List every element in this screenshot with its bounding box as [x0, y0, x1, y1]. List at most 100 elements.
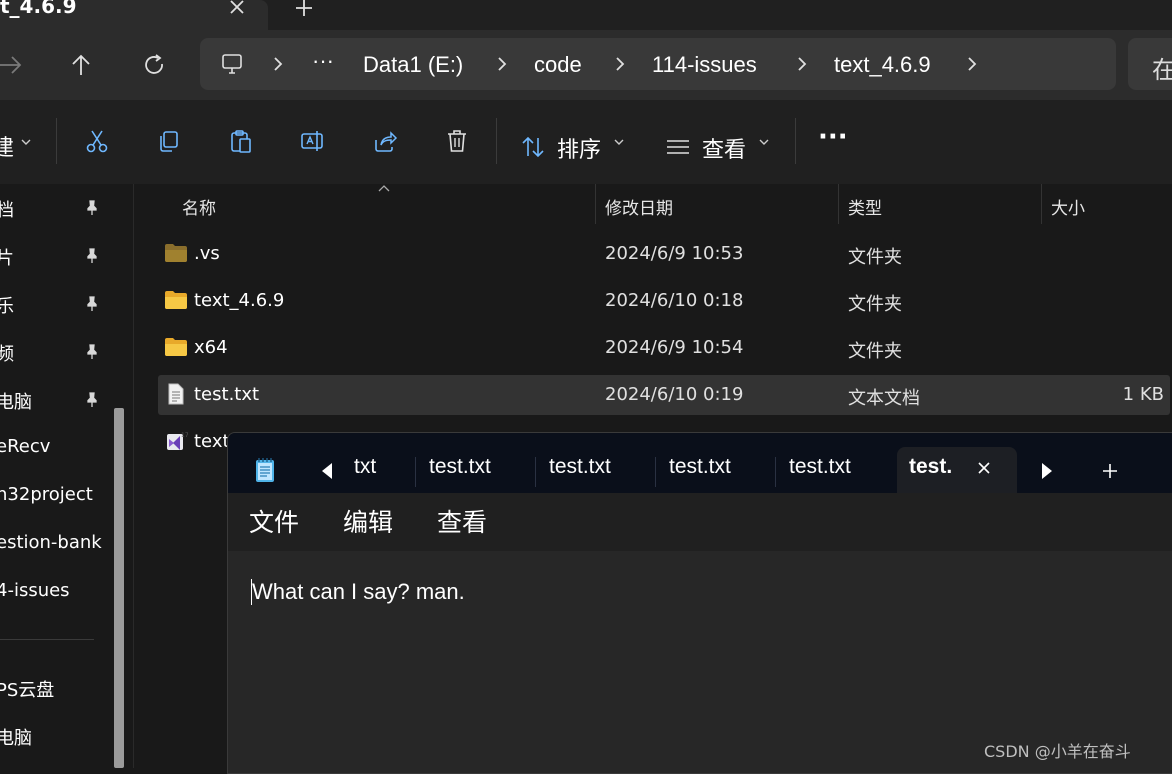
menu-edit[interactable]: 编辑 — [343, 503, 393, 539]
chevron-down-icon[interactable] — [759, 138, 769, 146]
sidebar-item-114-issues[interactable]: 4-issues — [0, 580, 70, 601]
editor-content[interactable]: What can I say? man. — [252, 579, 465, 605]
breadcrumb-code[interactable]: code — [534, 52, 582, 78]
notepad-tab-bar: txt test.txt test.txt test.txt test.txt … — [228, 433, 1172, 493]
share-icon[interactable] — [372, 128, 398, 154]
command-bar: 建 排序 查看 ··· — [0, 100, 1172, 185]
delete-icon[interactable] — [444, 128, 470, 154]
pin-icon[interactable] — [84, 248, 100, 264]
close-icon[interactable] — [975, 459, 993, 477]
copy-icon[interactable] — [156, 128, 182, 154]
column-divider[interactable] — [838, 184, 839, 224]
notepad-tab[interactable]: test.txt — [669, 455, 731, 479]
sidebar-item-videos[interactable]: 频 — [0, 340, 14, 366]
sidebar-scrollbar[interactable] — [114, 408, 124, 768]
forward-icon[interactable] — [0, 50, 26, 80]
column-header-date[interactable]: 修改日期 — [605, 194, 673, 219]
new-tab-icon[interactable] — [1102, 463, 1118, 479]
tab-scroll-right-icon[interactable] — [1040, 461, 1054, 481]
tab-divider — [655, 457, 656, 487]
notepad-tab[interactable]: test.txt — [549, 455, 611, 479]
file-date: 2024/6/9 10:54 — [605, 337, 744, 358]
notepad-app-icon — [256, 458, 274, 482]
column-header-name[interactable]: 名称 — [182, 194, 216, 219]
chevron-right-icon[interactable] — [494, 55, 510, 73]
view-button-label[interactable]: 查看 — [702, 132, 746, 164]
sidebar-item-pictures[interactable]: 片 — [0, 244, 14, 270]
table-row[interactable]: x64 2024/6/9 10:54 文件夹 — [158, 328, 1170, 368]
folder-dark-icon — [165, 244, 187, 262]
sort-icon[interactable] — [520, 134, 546, 160]
this-pc-icon[interactable] — [220, 52, 244, 76]
breadcrumb-text-folder[interactable]: text_4.6.9 — [834, 52, 931, 78]
rename-icon[interactable] — [300, 128, 326, 154]
table-row-selected[interactable]: test.txt 2024/6/10 0:19 文本文档 1 KB — [158, 375, 1170, 415]
file-size: 1 KB — [1122, 384, 1164, 405]
sidebar-item-filerecv[interactable]: eRecv — [0, 436, 50, 457]
tab-divider — [535, 457, 536, 487]
address-bar[interactable]: ··· Data1 (E:) code 114-issues text_4.6.… — [200, 38, 1116, 90]
folder-icon — [165, 291, 187, 309]
cut-icon[interactable] — [84, 128, 110, 154]
column-header-type[interactable]: 类型 — [848, 194, 882, 219]
paste-icon[interactable] — [228, 128, 254, 154]
notepad-tab[interactable]: test.txt — [429, 455, 491, 479]
table-row[interactable]: .vs 2024/6/9 10:53 文件夹 — [158, 234, 1170, 274]
search-input[interactable]: 在 — [1128, 38, 1172, 90]
file-date: 2024/6/10 0:19 — [605, 384, 744, 405]
close-icon[interactable] — [226, 0, 248, 18]
address-row: ··· Data1 (E:) code 114-issues text_4.6.… — [0, 30, 1172, 100]
view-icon[interactable] — [665, 134, 691, 160]
file-name: .vs — [194, 243, 220, 264]
chevron-right-icon[interactable] — [794, 55, 810, 73]
sort-button-label[interactable]: 排序 — [557, 132, 601, 164]
refresh-icon[interactable] — [139, 50, 169, 80]
breadcrumb-114-issues[interactable]: 114-issues — [652, 52, 757, 78]
sidebar-item-this-pc-pinned[interactable]: 电脑 — [0, 388, 32, 414]
sidebar-item-documents[interactable]: 档 — [0, 196, 14, 222]
tab-divider — [415, 457, 416, 487]
pin-icon[interactable] — [84, 296, 100, 312]
notepad-tab[interactable]: txt — [354, 455, 376, 479]
explorer-tab[interactable]: t_4.6.9 — [0, 0, 268, 30]
divider — [56, 118, 57, 164]
chevron-down-icon[interactable] — [614, 138, 624, 146]
notepad-menu-bar: 文件 编辑 查看 — [228, 493, 1172, 552]
new-tab-icon[interactable] — [292, 0, 316, 20]
breadcrumb-overflow[interactable]: ··· — [312, 48, 334, 74]
sidebar-item-wps-cloud[interactable]: PS云盘 — [0, 676, 54, 702]
explorer-tab-title: t_4.6.9 — [0, 0, 77, 18]
notepad-tab-active[interactable]: test. — [897, 447, 1017, 493]
explorer-tab-strip: t_4.6.9 — [0, 0, 1172, 30]
pin-icon[interactable] — [84, 200, 100, 216]
chevron-down-icon[interactable] — [21, 138, 31, 146]
file-date: 2024/6/10 0:18 — [605, 290, 744, 311]
new-button-label[interactable]: 建 — [0, 130, 14, 162]
more-options-icon[interactable]: ··· — [818, 122, 848, 152]
file-date: 2024/6/9 10:53 — [605, 243, 744, 264]
menu-view[interactable]: 查看 — [437, 503, 487, 539]
sidebar-item-question-bank[interactable]: estion-bank — [0, 532, 102, 553]
column-divider[interactable] — [595, 184, 596, 224]
pin-icon[interactable] — [84, 344, 100, 360]
tab-scroll-left-icon[interactable] — [320, 461, 334, 481]
chevron-right-icon[interactable] — [270, 55, 286, 73]
notepad-tab[interactable]: test.txt — [789, 455, 851, 479]
sidebar-item-win32project[interactable]: n32project — [0, 484, 93, 505]
file-type: 文件夹 — [848, 294, 902, 315]
navigation-pane: 档 片 乐 频 电脑 eRecv n32project estion-bank … — [0, 184, 134, 768]
visual-studio-icon: 17 — [167, 432, 188, 450]
column-header-size[interactable]: 大小 — [1051, 194, 1085, 219]
file-type: 文本文档 — [848, 388, 920, 409]
up-icon[interactable] — [66, 50, 96, 80]
chevron-right-icon[interactable] — [612, 55, 628, 73]
chevron-right-icon[interactable] — [964, 55, 980, 73]
column-divider[interactable] — [1041, 184, 1042, 224]
file-type: 文件夹 — [848, 247, 902, 268]
menu-file[interactable]: 文件 — [249, 503, 299, 539]
table-row[interactable]: text_4.6.9 2024/6/10 0:18 文件夹 — [158, 281, 1170, 321]
pin-icon[interactable] — [84, 392, 100, 408]
breadcrumb-drive[interactable]: Data1 (E:) — [363, 52, 463, 78]
sidebar-item-music[interactable]: 乐 — [0, 292, 14, 318]
sidebar-item-this-pc[interactable]: 电脑 — [0, 724, 32, 750]
